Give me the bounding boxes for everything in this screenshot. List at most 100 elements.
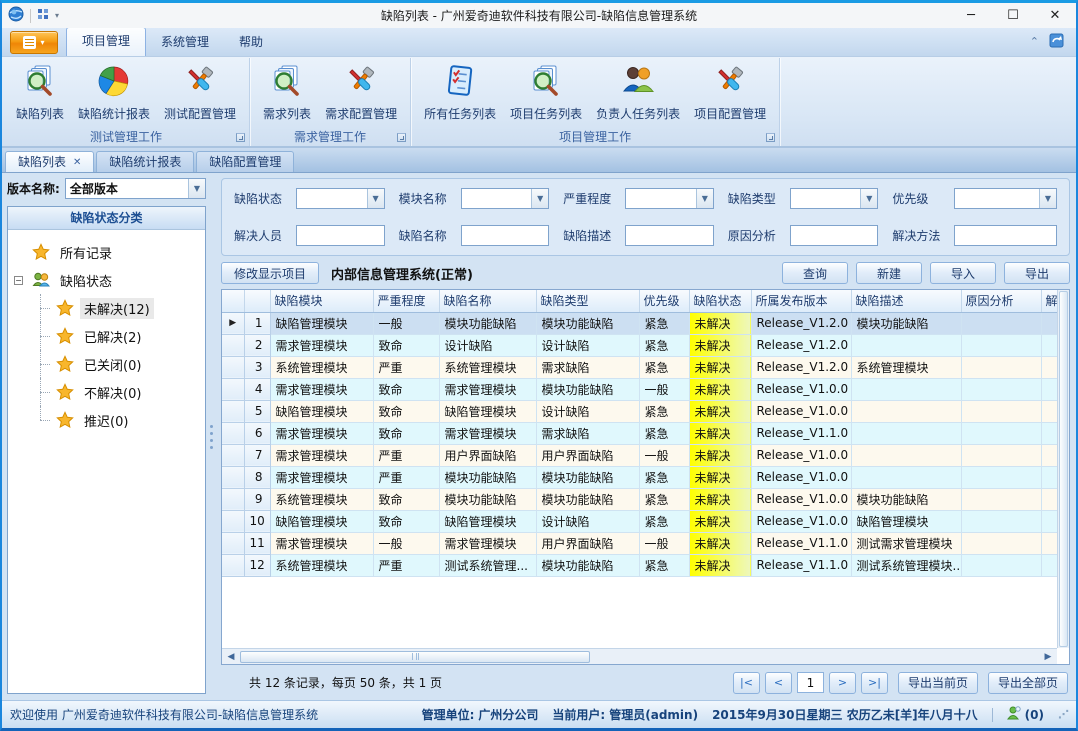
ribbon-tab-2[interactable]: 系统管理 [146, 28, 224, 56]
chevron-down-icon[interactable]: ▼ [531, 189, 548, 208]
tree-item[interactable]: 推迟(0) [10, 406, 203, 434]
column-header[interactable]: 原因分析 [961, 290, 1041, 312]
ribbon-tab-3[interactable]: 帮助 [224, 28, 278, 56]
import-button[interactable]: 导入 [930, 262, 996, 284]
help-icon[interactable] [1049, 32, 1066, 52]
table-row[interactable]: 11需求管理模块一般需求管理模块用户界面缺陷一般未解决Release_V1.1.… [222, 532, 1057, 554]
doc-tab-3[interactable]: 缺陷配置管理 [196, 151, 294, 172]
column-header[interactable]: 缺陷模块 [270, 290, 373, 312]
ribbon-button[interactable]: 项目配置管理 [687, 59, 773, 127]
minimize-button[interactable]: ─ [950, 3, 992, 28]
modify-columns-button[interactable]: 修改显示项目 [221, 262, 319, 284]
scroll-right-icon[interactable]: ▶ [1041, 652, 1055, 662]
maximize-button[interactable]: ☐ [992, 3, 1034, 28]
table-row[interactable]: 8需求管理模块严重模块功能缺陷模块功能缺陷紧急未解决Release_V1.0.0 [222, 466, 1057, 488]
resize-grip[interactable]: ⋰ [1058, 708, 1068, 721]
export-button[interactable]: 导出 [1004, 262, 1070, 284]
doc-tab-1[interactable]: 缺陷列表✕ [5, 151, 94, 172]
column-header[interactable]: 所属发布版本 [751, 290, 851, 312]
chevron-down-icon[interactable]: ▼ [367, 189, 384, 208]
export-current-page-button[interactable]: 导出当前页 [898, 672, 978, 694]
column-header[interactable]: 缺陷描述 [851, 290, 961, 312]
ribbon-button[interactable]: 缺陷统计报表 [71, 59, 157, 127]
column-header[interactable]: 优先级 [639, 290, 689, 312]
ribbon-button[interactable]: 缺陷列表 [9, 59, 71, 127]
tree-item[interactable]: −缺陷状态 [10, 266, 203, 294]
app-menu-button[interactable]: ▾ [10, 31, 58, 54]
tree-item[interactable]: 未解决(12) [10, 294, 203, 322]
scroll-left-icon[interactable]: ◀ [224, 652, 238, 662]
filter-combo[interactable]: ▼ [296, 188, 385, 209]
new-button[interactable]: 新建 [856, 262, 922, 284]
collapse-icon[interactable]: − [14, 276, 23, 285]
ribbon-button[interactable]: 测试配置管理 [157, 59, 243, 127]
table-cell: Release_V1.0.0 [751, 466, 851, 488]
scrollbar-thumb[interactable] [240, 651, 590, 663]
table-row[interactable]: 4需求管理模块致命需求管理模块模块功能缺陷一般未解决Release_V1.0.0 [222, 378, 1057, 400]
chevron-down-icon[interactable]: ▾ [55, 11, 59, 20]
prev-page-button[interactable]: < [765, 672, 792, 694]
column-header[interactable] [244, 290, 270, 312]
table-cell [961, 554, 1041, 576]
chevron-down-icon[interactable]: ▼ [1039, 189, 1056, 208]
filter-input[interactable] [625, 225, 714, 246]
horizontal-scrollbar[interactable]: ◀ ▶ [222, 648, 1057, 664]
version-select[interactable]: 全部版本 ▼ [65, 178, 206, 199]
filter-input[interactable] [461, 225, 550, 246]
column-header[interactable]: 解决方法 [1041, 290, 1057, 312]
close-button[interactable]: ✕ [1034, 3, 1076, 28]
ribbon-button[interactable]: 需求配置管理 [318, 59, 404, 127]
table-row[interactable]: 9系统管理模块致命模块功能缺陷模块功能缺陷紧急未解决Release_V1.0.0… [222, 488, 1057, 510]
online-user-icon[interactable] [1007, 706, 1021, 723]
chevron-down-icon[interactable]: ▼ [696, 189, 713, 208]
splitter-handle[interactable] [207, 173, 216, 700]
table-row[interactable]: ▶1缺陷管理模块一般模块功能缺陷模块功能缺陷紧急未解决Release_V1.2.… [222, 312, 1057, 334]
ribbon-button[interactable]: 需求列表 [256, 59, 318, 127]
column-header[interactable] [222, 290, 244, 312]
dialog-launcher-icon[interactable] [397, 133, 406, 142]
ribbon-button[interactable]: 所有任务列表 [417, 59, 503, 127]
filter-combo[interactable]: ▼ [954, 188, 1057, 209]
export-all-pages-button[interactable]: 导出全部页 [988, 672, 1068, 694]
ribbon-tab-1[interactable]: 项目管理 [66, 27, 146, 56]
page-number-input[interactable] [797, 672, 824, 693]
filter-combo[interactable]: ▼ [790, 188, 879, 209]
grid-menu-icon[interactable] [37, 8, 49, 23]
ribbon-button[interactable]: 负责人任务列表 [589, 59, 687, 127]
tree-item[interactable]: 不解决(0) [10, 378, 203, 406]
column-header[interactable]: 缺陷状态 [689, 290, 751, 312]
table-row[interactable]: 12系统管理模块严重测试系统管理...模块功能缺陷紧急未解决Release_V1… [222, 554, 1057, 576]
chevron-down-icon[interactable]: ▼ [860, 189, 877, 208]
chevron-down-icon[interactable]: ▼ [188, 179, 205, 198]
table-row[interactable]: 7需求管理模块严重用户界面缺陷用户界面缺陷一般未解决Release_V1.0.0 [222, 444, 1057, 466]
dialog-launcher-icon[interactable] [236, 133, 245, 142]
dialog-launcher-icon[interactable] [766, 133, 775, 142]
table-row[interactable]: 10缺陷管理模块致命缺陷管理模块设计缺陷紧急未解决Release_V1.0.0缺… [222, 510, 1057, 532]
column-header[interactable]: 严重程度 [373, 290, 439, 312]
next-page-button[interactable]: > [829, 672, 856, 694]
table-row[interactable]: 6需求管理模块致命需求管理模块需求缺陷紧急未解决Release_V1.1.0 [222, 422, 1057, 444]
filter-combo[interactable]: ▼ [461, 188, 550, 209]
table-row[interactable]: 5缺陷管理模块致命缺陷管理模块设计缺陷紧急未解决Release_V1.0.0 [222, 400, 1057, 422]
filter-combo[interactable]: ▼ [625, 188, 714, 209]
tree-item[interactable]: 已解决(2) [10, 322, 203, 350]
row-number: 8 [244, 466, 270, 488]
table-cell [1041, 312, 1057, 334]
last-page-button[interactable]: >| [861, 672, 888, 694]
filter-input[interactable] [296, 225, 385, 246]
column-header[interactable]: 缺陷名称 [439, 290, 536, 312]
collapse-ribbon-icon[interactable]: ⌃ [1030, 38, 1039, 46]
close-tab-icon[interactable]: ✕ [73, 153, 81, 172]
filter-input[interactable] [954, 225, 1057, 246]
tree-item[interactable]: 已关闭(0) [10, 350, 203, 378]
vertical-scrollbar[interactable] [1057, 290, 1069, 648]
doc-tab-2[interactable]: 缺陷统计报表 [96, 151, 194, 172]
tree-item[interactable]: 所有记录 [10, 238, 203, 266]
search-button[interactable]: 查询 [782, 262, 848, 284]
first-page-button[interactable]: |< [733, 672, 760, 694]
column-header[interactable]: 缺陷类型 [536, 290, 639, 312]
table-row[interactable]: 2需求管理模块致命设计缺陷设计缺陷紧急未解决Release_V1.2.0 [222, 334, 1057, 356]
table-row[interactable]: 3系统管理模块严重系统管理模块需求缺陷紧急未解决Release_V1.2.0系统… [222, 356, 1057, 378]
filter-input[interactable] [790, 225, 879, 246]
ribbon-button[interactable]: 项目任务列表 [503, 59, 589, 127]
